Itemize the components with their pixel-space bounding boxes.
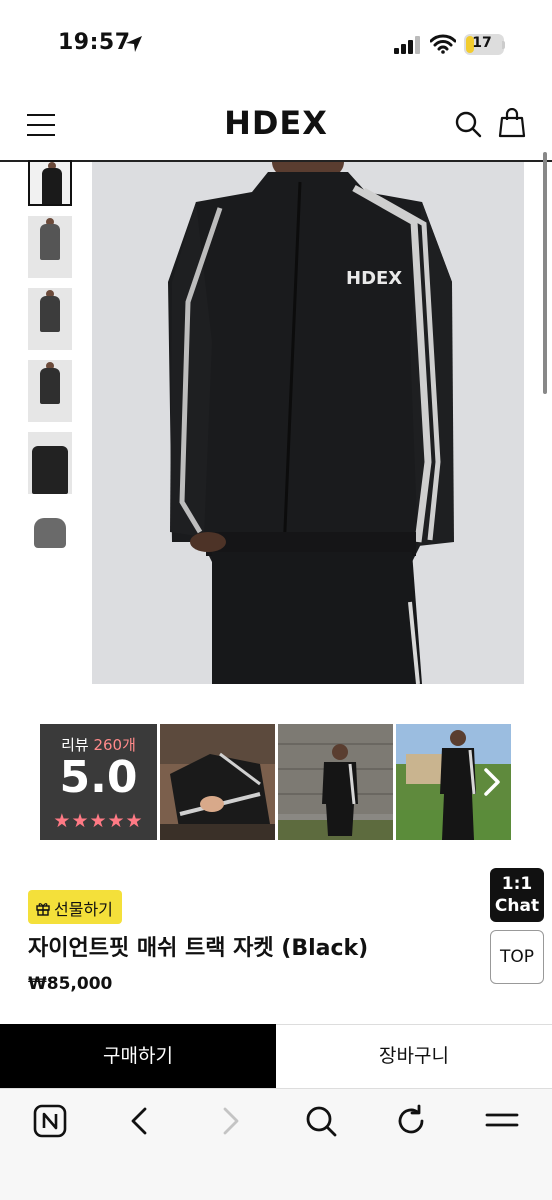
review-score: 5.0 xyxy=(59,752,138,803)
buy-button[interactable]: 구매하기 xyxy=(0,1024,276,1088)
review-photo-2[interactable] xyxy=(278,724,393,840)
battery-tip xyxy=(502,41,505,49)
product-name: 자이언트핏 매쉬 트랙 자켓 (Black) xyxy=(28,936,369,961)
battery-indicator: 17 xyxy=(464,34,504,55)
review-stars: ★★★★★ xyxy=(53,810,144,832)
chevron-right-icon[interactable] xyxy=(476,764,506,800)
review-summary-tile[interactable]: 리뷰 260개 5.0 ★★★★★ xyxy=(40,724,157,840)
hamburger-menu-icon[interactable] xyxy=(27,114,55,136)
browser-toolbar xyxy=(0,1088,552,1200)
wifi-icon xyxy=(430,34,456,54)
thumbnail-6[interactable] xyxy=(28,504,72,566)
naver-home-icon[interactable] xyxy=(32,1103,68,1139)
menu-icon[interactable] xyxy=(484,1103,520,1139)
gift-button-label: 선물하기 xyxy=(54,900,113,919)
review-strip: 리뷰 260개 5.0 ★★★★★ xyxy=(40,724,512,840)
product-photo: HDEX xyxy=(92,162,524,684)
search-icon[interactable] xyxy=(303,1103,339,1139)
thumbnail-5[interactable] xyxy=(28,432,72,494)
thumbnail-2[interactable] xyxy=(28,216,72,278)
thumbnail-4[interactable] xyxy=(28,360,72,422)
product-price: ₩85,000 xyxy=(28,974,113,994)
cellular-signal-icon xyxy=(394,36,420,54)
thumbnail-1[interactable] xyxy=(28,160,72,206)
thumbnail-3[interactable] xyxy=(28,288,72,350)
app-header: HDEX xyxy=(0,92,552,162)
scroll-top-button[interactable]: TOP xyxy=(490,930,544,984)
gift-icon xyxy=(36,903,50,916)
back-icon[interactable] xyxy=(122,1103,158,1139)
refresh-icon[interactable] xyxy=(393,1103,429,1139)
status-bar: 19:57 17 xyxy=(0,0,552,90)
battery-level: 17 xyxy=(472,35,492,51)
location-arrow-icon xyxy=(126,36,142,52)
main-product-image[interactable]: HDEX xyxy=(92,162,524,684)
gift-button[interactable]: 선물하기 xyxy=(28,890,122,924)
brand-logo[interactable]: HDEX xyxy=(224,104,328,142)
add-to-cart-button[interactable]: 장바구니 xyxy=(276,1024,552,1088)
shopping-bag-icon[interactable] xyxy=(498,108,526,138)
chat-button-line1: 1:1 xyxy=(501,874,533,894)
chat-button[interactable]: 1:1 Chat xyxy=(490,868,544,922)
review-photo-1[interactable] xyxy=(160,724,275,840)
thumbnail-list xyxy=(28,160,72,576)
search-icon[interactable] xyxy=(454,110,482,138)
svg-text:HDEX: HDEX xyxy=(346,268,402,289)
chat-button-line2: Chat xyxy=(494,896,540,916)
forward-icon[interactable] xyxy=(212,1103,248,1139)
status-time: 19:57 xyxy=(58,30,131,55)
page-scrollbar[interactable] xyxy=(543,152,547,394)
purchase-actions: 구매하기 장바구니 xyxy=(0,1024,552,1088)
